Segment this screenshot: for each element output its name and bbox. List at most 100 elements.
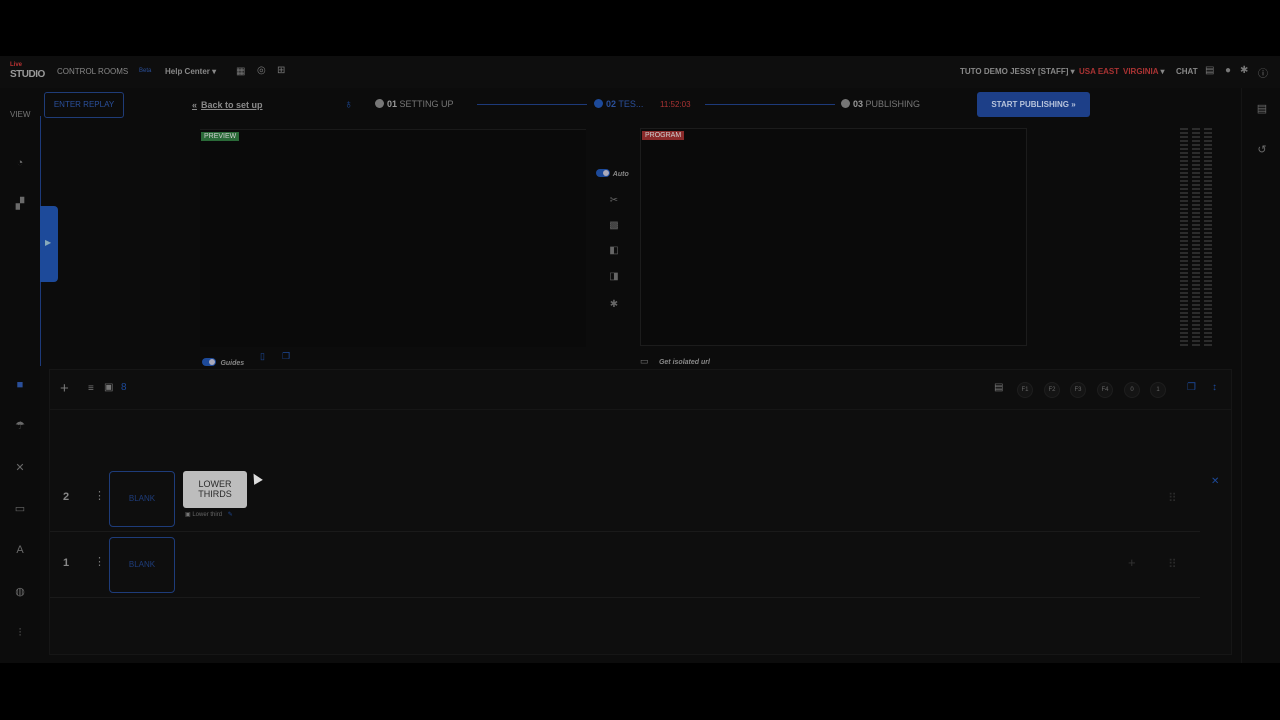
view-label: VIEW bbox=[10, 110, 31, 119]
element-label: ▣ Lower third ✎ bbox=[185, 511, 233, 518]
add-element-icon[interactable]: + bbox=[1128, 555, 1136, 570]
chevron-down-icon: ▾ bbox=[212, 67, 217, 76]
step2-check-icon bbox=[594, 99, 603, 108]
copy-icon[interactable]: ❐ bbox=[282, 351, 290, 362]
stinger-icon[interactable]: ◨ bbox=[596, 271, 632, 287]
meter-channel-left bbox=[1180, 128, 1188, 346]
auto-label: Auto bbox=[612, 171, 629, 178]
region-label: USA EAST bbox=[1079, 67, 1120, 76]
back-to-setup-link[interactable]: «Back to set up bbox=[192, 100, 263, 110]
kebab-menu-icon[interactable]: ⋮ bbox=[94, 555, 105, 568]
left-rail: VIEW ◔ ▞ ■ ☂ ✕ ▭ A ◍ ⫶ bbox=[0, 88, 40, 663]
blank-slot[interactable]: BLANK bbox=[109, 471, 175, 527]
hotkey-f1[interactable]: F1 bbox=[1017, 382, 1033, 398]
resize-vertical-icon[interactable]: ↕ bbox=[1212, 382, 1217, 393]
drag-handle-icon[interactable]: ⠿ bbox=[1168, 491, 1177, 505]
edit-pencil-icon[interactable]: ✎ bbox=[228, 512, 233, 518]
help-center-menu[interactable]: Help Center ▾ bbox=[165, 67, 216, 76]
control-rooms-link[interactable]: CONTROL ROOMS bbox=[57, 67, 128, 76]
gear-icon[interactable]: ✱ bbox=[1240, 65, 1248, 76]
studio-logo[interactable]: Live STUDIO bbox=[10, 62, 46, 82]
hotkey-f4[interactable]: F4 bbox=[1097, 382, 1113, 398]
step1-dot-icon bbox=[375, 99, 384, 108]
step2-label: TES... bbox=[618, 99, 644, 109]
gamepad-icon[interactable]: ◍ bbox=[13, 585, 27, 599]
history-icon[interactable]: ↺ bbox=[1255, 143, 1269, 157]
user-label: TUTO DEMO JESSY [STAFF] bbox=[960, 67, 1069, 76]
info-icon[interactable]: ⓘ bbox=[1258, 65, 1268, 80]
blank-slot[interactable]: BLANK bbox=[109, 537, 175, 593]
link-icon[interactable]: 8 bbox=[121, 382, 127, 393]
step3-label: PUBLISHING bbox=[865, 99, 921, 109]
meter-channel-right bbox=[1204, 128, 1212, 346]
enter-replay-button[interactable]: ENTER REPLAY bbox=[44, 92, 124, 118]
thumb-line-2: THIRDS bbox=[198, 489, 232, 499]
start-publishing-button[interactable]: START PUBLISHING » bbox=[977, 92, 1090, 117]
isolated-url-link[interactable]: ▭ Get isolated url bbox=[640, 351, 710, 369]
align-icon[interactable]: ≡ bbox=[88, 383, 94, 394]
region-menu[interactable]: VIRGINIA ▾ bbox=[1123, 67, 1165, 76]
logo-top-text: Live bbox=[10, 62, 23, 68]
fade-icon[interactable]: ▩ bbox=[596, 220, 632, 236]
hotkey-1[interactable]: 1 bbox=[1150, 382, 1166, 398]
drawer-toggle[interactable]: ▶ bbox=[40, 206, 58, 282]
auto-toggle[interactable]: Auto bbox=[596, 168, 632, 184]
chevron-right-icon: ▶ bbox=[45, 238, 52, 247]
mixer-icon[interactable]: ⫶ bbox=[13, 626, 27, 640]
region-sub-label: VIRGINIA bbox=[1123, 67, 1159, 76]
overlay-type-icon: ▣ bbox=[185, 512, 191, 518]
preview-monitor[interactable]: PREVIEW bbox=[200, 129, 586, 347]
add-layer-icon[interactable]: + bbox=[60, 380, 69, 397]
transition-settings-icon[interactable]: ✱ bbox=[596, 299, 632, 315]
chat-link[interactable]: CHAT bbox=[1176, 67, 1198, 76]
broadcast-icon[interactable]: ☂ bbox=[13, 419, 27, 433]
cut-icon[interactable]: ✂ bbox=[596, 195, 632, 211]
guides-toggle[interactable]: Guides bbox=[202, 352, 244, 370]
back-label: Back to set up bbox=[201, 100, 263, 110]
right-rail: ▤ ↺ bbox=[1241, 88, 1280, 663]
drag-handle-icon[interactable]: ⠿ bbox=[1168, 557, 1177, 571]
layer-row: 1 ⋮ BLANK + ⠿ bbox=[50, 533, 1200, 598]
close-icon[interactable]: ✕ bbox=[1211, 476, 1219, 487]
guides-label: Guides bbox=[220, 360, 245, 367]
tools-icon[interactable]: ✕ bbox=[13, 461, 27, 475]
chat-bubble-icon[interactable]: ▤ bbox=[1205, 65, 1214, 76]
step-publishing[interactable]: 03 PUBLISHING bbox=[841, 99, 920, 109]
step3-number: 03 bbox=[853, 99, 864, 109]
support-icon[interactable]: ◎ bbox=[257, 65, 266, 76]
step-testing[interactable]: 02 TES... bbox=[594, 99, 643, 109]
step-connector bbox=[705, 104, 835, 105]
step-setting-up[interactable]: 01 SETTING UP bbox=[375, 99, 454, 109]
user-menu[interactable]: TUTO DEMO JESSY [STAFF] ▾ bbox=[960, 67, 1075, 76]
program-monitor[interactable]: PROGRAM bbox=[640, 128, 1027, 346]
duplicate-icon[interactable]: ❐ bbox=[1187, 382, 1196, 393]
mobile-icon[interactable]: ▯ bbox=[260, 351, 265, 362]
camera-icon[interactable]: ■ bbox=[13, 378, 27, 392]
dashboard-icon[interactable]: ◔ bbox=[13, 156, 27, 170]
hotkey-0[interactable]: 0 bbox=[1124, 382, 1140, 398]
wipe-icon[interactable]: ◧ bbox=[596, 245, 632, 261]
double-chevron-left-icon: « bbox=[192, 100, 198, 110]
lower-thirds-thumbnail[interactable]: LOWER THIRDS bbox=[183, 471, 247, 508]
help-center-label: Help Center bbox=[165, 67, 210, 76]
layout-icon[interactable]: ⊞ bbox=[277, 65, 285, 76]
preview-tag: PREVIEW bbox=[201, 132, 240, 141]
presentation-icon[interactable]: ▭ bbox=[13, 502, 27, 516]
lock-icon[interactable]: ▣ bbox=[104, 382, 113, 393]
toggle-switch bbox=[202, 358, 216, 366]
step2-number: 02 bbox=[606, 99, 617, 109]
layers-toolbar: + ≡ ▣ 8 ▤ F1 F2 F3 F4 0 1 ❐ ↕ bbox=[50, 370, 1231, 410]
hotkey-f3[interactable]: F3 bbox=[1070, 382, 1086, 398]
hotkey-f2[interactable]: F2 bbox=[1044, 382, 1060, 398]
step1-number: 01 bbox=[387, 99, 398, 109]
layers-panel-icon[interactable]: ▤ bbox=[1255, 102, 1269, 116]
grid-icon[interactable]: ▞ bbox=[13, 197, 27, 211]
keyboard-icon[interactable]: ▤ bbox=[994, 382, 1003, 393]
kebab-menu-icon[interactable]: ⋮ bbox=[94, 489, 105, 502]
user-icon[interactable]: ● bbox=[1225, 65, 1231, 76]
audio-meter bbox=[1176, 128, 1216, 346]
lightbulb-icon[interactable]: ♁ bbox=[344, 97, 353, 111]
text-overlay-icon[interactable]: A bbox=[13, 543, 27, 557]
calendar-icon[interactable]: ▦ bbox=[236, 66, 245, 77]
step-connector bbox=[477, 104, 587, 105]
